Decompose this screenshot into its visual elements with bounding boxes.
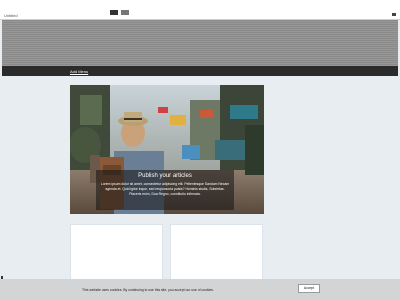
header-banner	[2, 20, 398, 66]
close-icon[interactable]	[392, 13, 396, 16]
add-menu-link[interactable]: Add Menu	[70, 69, 88, 74]
feature-title: Publish your articles	[138, 173, 192, 179]
navbar: Add Menu	[2, 66, 398, 76]
accept-cookies-button[interactable]: Accept	[298, 284, 320, 293]
tab-label[interactable]: Untitled	[4, 13, 18, 18]
logo-icon	[110, 10, 118, 15]
feature-caption: Publish your articles Lorem ipsum dolor …	[96, 170, 234, 210]
feature-text: Lorem ipsum dolor sit amet, consectetur …	[100, 182, 230, 196]
browser-top-bar: Untitled	[0, 0, 400, 20]
cookie-banner: This website uses cookies. By continuing…	[0, 279, 400, 300]
cookie-notice-text: This website uses cookies. By continuing…	[82, 288, 214, 292]
secondary-logo-icon	[121, 10, 129, 15]
